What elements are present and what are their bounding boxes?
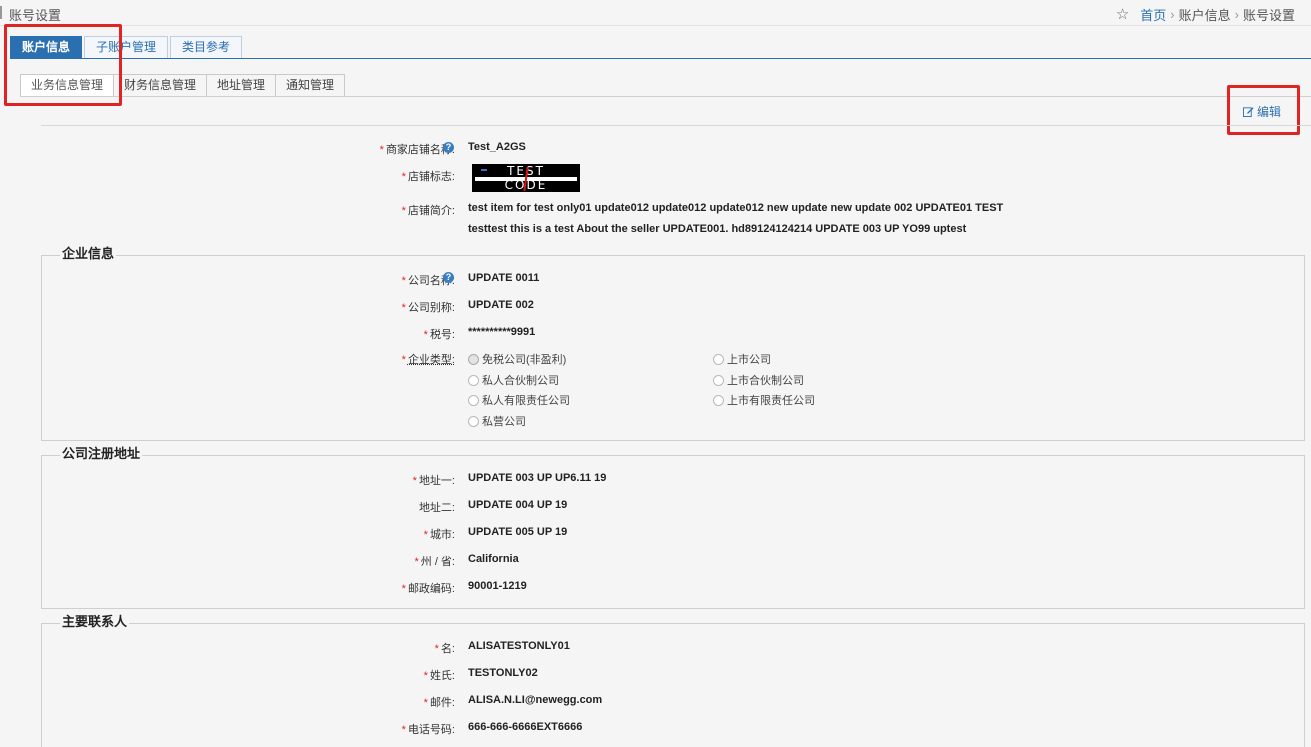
- zip-label: * 邮政编码:: [401, 583, 455, 595]
- radio-private-company[interactable]: 私营公司: [468, 413, 526, 429]
- address2-row: 地址二: UPDATE 004 UP 19: [0, 499, 1311, 515]
- address1-row: * 地址一: UPDATE 003 UP UP6.11 19: [0, 472, 1311, 488]
- tab-address[interactable]: 地址管理: [206, 74, 277, 97]
- phone-value: 666-666-6666EXT6666: [468, 721, 583, 733]
- address1-label: * 地址一:: [412, 475, 455, 487]
- store-logo-image: TEST CODE: [472, 164, 580, 192]
- email-row: * 邮件: ALISA.N.LI@newegg.com: [0, 694, 1311, 710]
- title-marker: [0, 6, 2, 19]
- radio-public-llc[interactable]: 上市有限责任公司: [713, 392, 815, 408]
- phone-label: * 电话号码:: [401, 724, 455, 736]
- breadcrumb-account-settings: 账号设置: [1242, 8, 1295, 23]
- email-label: * 邮件:: [423, 697, 455, 709]
- primary-contact-title: 主要联系人: [60, 614, 130, 629]
- breadcrumb: ☆ 首页 › 账户信息 › 账号设置: [1116, 5, 1295, 24]
- breadcrumb-account-info[interactable]: 账户信息: [1179, 5, 1231, 24]
- store-intro-label: * 店铺简介:: [401, 205, 455, 217]
- company-name-row: * 公司名称: ? UPDATE 0011: [0, 272, 1311, 288]
- last-name-label: * 姓氏:: [423, 670, 455, 682]
- city-value: UPDATE 005 UP 19: [468, 526, 568, 538]
- zip-value: 90001-1219: [468, 580, 527, 592]
- company-alias-value: UPDATE 002: [468, 299, 534, 311]
- first-name-label: * 名:: [434, 643, 455, 655]
- company-type-label: * 企业类型:: [401, 354, 455, 366]
- store-logo-row: * 店铺标志:: [0, 168, 1311, 184]
- star-icon[interactable]: ☆: [1116, 7, 1129, 22]
- phone-row: * 电话号码: 666-666-6666EXT6666: [0, 721, 1311, 737]
- state-label: * 州 / 省:: [414, 556, 455, 568]
- help-icon[interactable]: ?: [443, 142, 454, 153]
- radio-private-llc[interactable]: 私人有限责任公司: [468, 392, 570, 408]
- company-info-title: 企业信息: [60, 246, 117, 261]
- company-alias-label: * 公司别称:: [401, 302, 455, 314]
- last-name-row: * 姓氏: TESTONLY02: [0, 667, 1311, 683]
- tax-id-label: * 税号:: [423, 329, 455, 341]
- email-value: ALISA.N.LI@newegg.com: [468, 694, 603, 706]
- address2-value: UPDATE 004 UP 19: [468, 499, 568, 511]
- city-row: * 城市: UPDATE 005 UP 19: [0, 526, 1311, 542]
- help-icon[interactable]: ?: [443, 272, 454, 283]
- first-name-value: ALISATESTONLY01: [468, 640, 570, 652]
- store-intro-line2: testtest this is a test About the seller…: [468, 223, 967, 235]
- radio-public-partnership[interactable]: 上市合伙制公司: [713, 372, 804, 388]
- breadcrumb-home[interactable]: 首页: [1140, 5, 1166, 24]
- store-name-value: Test_A2GS: [468, 141, 526, 153]
- radio-tax-exempt[interactable]: 免税公司(非盈利): [468, 351, 566, 367]
- company-type-row: * 企业类型:: [0, 351, 1311, 367]
- address1-value: UPDATE 003 UP UP6.11 19: [468, 472, 607, 484]
- logo-text-bottom: CODE: [504, 178, 548, 192]
- store-name-row: * 商家店铺名称: ? Test_A2GS: [0, 141, 1311, 157]
- tab-category-reference[interactable]: 类目参考: [170, 36, 243, 59]
- state-value: California: [468, 553, 519, 565]
- store-logo-label: * 店铺标志:: [401, 171, 455, 183]
- breadcrumb-separator: ›: [1170, 7, 1175, 22]
- tax-id-row: * 税号: **********9991: [0, 326, 1311, 342]
- radio-private-partnership[interactable]: 私人合伙制公司: [468, 372, 559, 388]
- registered-address-title: 公司注册地址: [60, 446, 143, 461]
- company-name-value: UPDATE 0011: [468, 272, 540, 284]
- top-bar: 账号设置 ☆ 首页 › 账户信息 › 账号设置: [0, 0, 1311, 26]
- address2-label: 地址二:: [418, 502, 455, 514]
- highlight-box-tabs: [4, 24, 122, 106]
- store-intro-row-2: testtest this is a test About the seller…: [0, 223, 1311, 239]
- tax-id-value: **********9991: [468, 326, 536, 338]
- secondary-tabs-underline: [20, 96, 1311, 97]
- page-title: 账号设置: [9, 8, 62, 23]
- primary-tabs-underline: [10, 58, 1311, 59]
- company-alias-row: * 公司别称: UPDATE 002: [0, 299, 1311, 315]
- zip-row: * 邮政编码: 90001-1219: [0, 580, 1311, 596]
- radio-public-company[interactable]: 上市公司: [713, 351, 771, 367]
- city-label: * 城市:: [423, 529, 455, 541]
- content-divider: [41, 125, 1311, 126]
- tab-notifications[interactable]: 通知管理: [275, 74, 346, 97]
- state-row: * 州 / 省: California: [0, 553, 1311, 569]
- store-intro-line1: test item for test only01 update012 upda…: [468, 202, 1004, 214]
- last-name-value: TESTONLY02: [468, 667, 538, 679]
- breadcrumb-separator: ›: [1234, 7, 1239, 22]
- tab-finance-info[interactable]: 财务信息管理: [113, 74, 208, 97]
- store-intro-row: * 店铺简介: test item for test only01 update0…: [0, 202, 1311, 218]
- first-name-row: * 名: ALISATESTONLY01: [0, 640, 1311, 656]
- highlight-box-edit: [1227, 85, 1300, 135]
